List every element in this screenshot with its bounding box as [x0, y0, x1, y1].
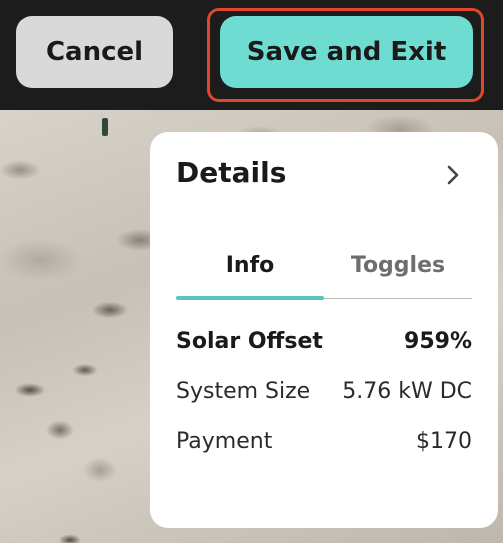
details-tabs: Info Toggles [176, 232, 472, 300]
cancel-button[interactable]: Cancel [16, 16, 173, 88]
top-toolbar: Cancel Save and Exit [0, 0, 503, 110]
solar-offset-value: 959% [404, 328, 472, 354]
solar-offset-label: Solar Offset [176, 328, 323, 354]
details-title: Details [176, 156, 287, 189]
tab-info[interactable]: Info [176, 232, 324, 300]
chevron-right-icon[interactable] [442, 164, 464, 186]
payment-value: $170 [416, 428, 472, 454]
tab-toggles[interactable]: Toggles [324, 232, 472, 298]
design-screen: Cancel Save and Exit Details Info Toggle… [0, 0, 503, 543]
system-size-row: System Size 5.76 kW DC [176, 366, 472, 416]
payment-label: Payment [176, 428, 273, 454]
save-and-exit-button[interactable]: Save and Exit [220, 16, 473, 88]
system-size-value: 5.76 kW DC [342, 378, 472, 404]
details-panel: Details Info Toggles Solar Offset 959% S… [150, 132, 498, 528]
details-rows: Solar Offset 959% System Size 5.76 kW DC… [176, 316, 472, 466]
map-marker [102, 118, 108, 136]
solar-offset-row: Solar Offset 959% [176, 316, 472, 366]
system-size-label: System Size [176, 378, 311, 404]
payment-row: Payment $170 [176, 416, 472, 466]
